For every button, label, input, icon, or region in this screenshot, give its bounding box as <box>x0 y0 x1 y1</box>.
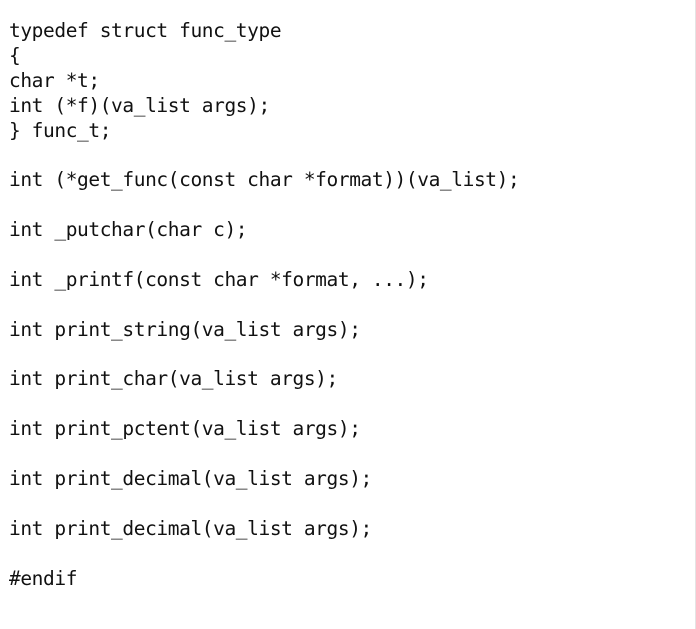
blank-line <box>9 243 519 268</box>
code-line: typedef struct func_type <box>9 19 282 42</box>
blank-line <box>9 542 519 567</box>
code-line: int (*f)(va_list args); <box>9 93 270 117</box>
blank-line <box>9 143 519 168</box>
code-editor[interactable]: typedef struct func_type { char *t; int … <box>0 0 696 629</box>
code-line: int (*get_func(const char *format))(va_l… <box>9 168 520 192</box>
code-line: } func_t; <box>9 118 112 142</box>
code-line: int _printf(const char *format, ...); <box>9 267 429 291</box>
code-line: { <box>9 43 21 67</box>
blank-line <box>9 392 519 417</box>
code-line: char *t; <box>9 68 100 92</box>
code-line: int print_string(va_list args); <box>9 317 361 341</box>
blank-line <box>9 293 519 318</box>
code-line: int print_decimal(va_list args); <box>9 516 372 540</box>
code-line: int _putchar(char c); <box>9 218 248 242</box>
blank-line <box>9 343 519 368</box>
blank-line <box>9 442 519 467</box>
code-line: int print_pctent(va_list args); <box>9 417 361 441</box>
code-line: int print_decimal(va_list args); <box>9 467 372 491</box>
code-lines: typedef struct func_type { char *t; int … <box>9 19 520 591</box>
blank-line <box>9 492 519 517</box>
code-line: int print_char(va_list args); <box>9 367 338 391</box>
blank-line <box>9 193 519 218</box>
code-line: #endif <box>9 566 78 590</box>
